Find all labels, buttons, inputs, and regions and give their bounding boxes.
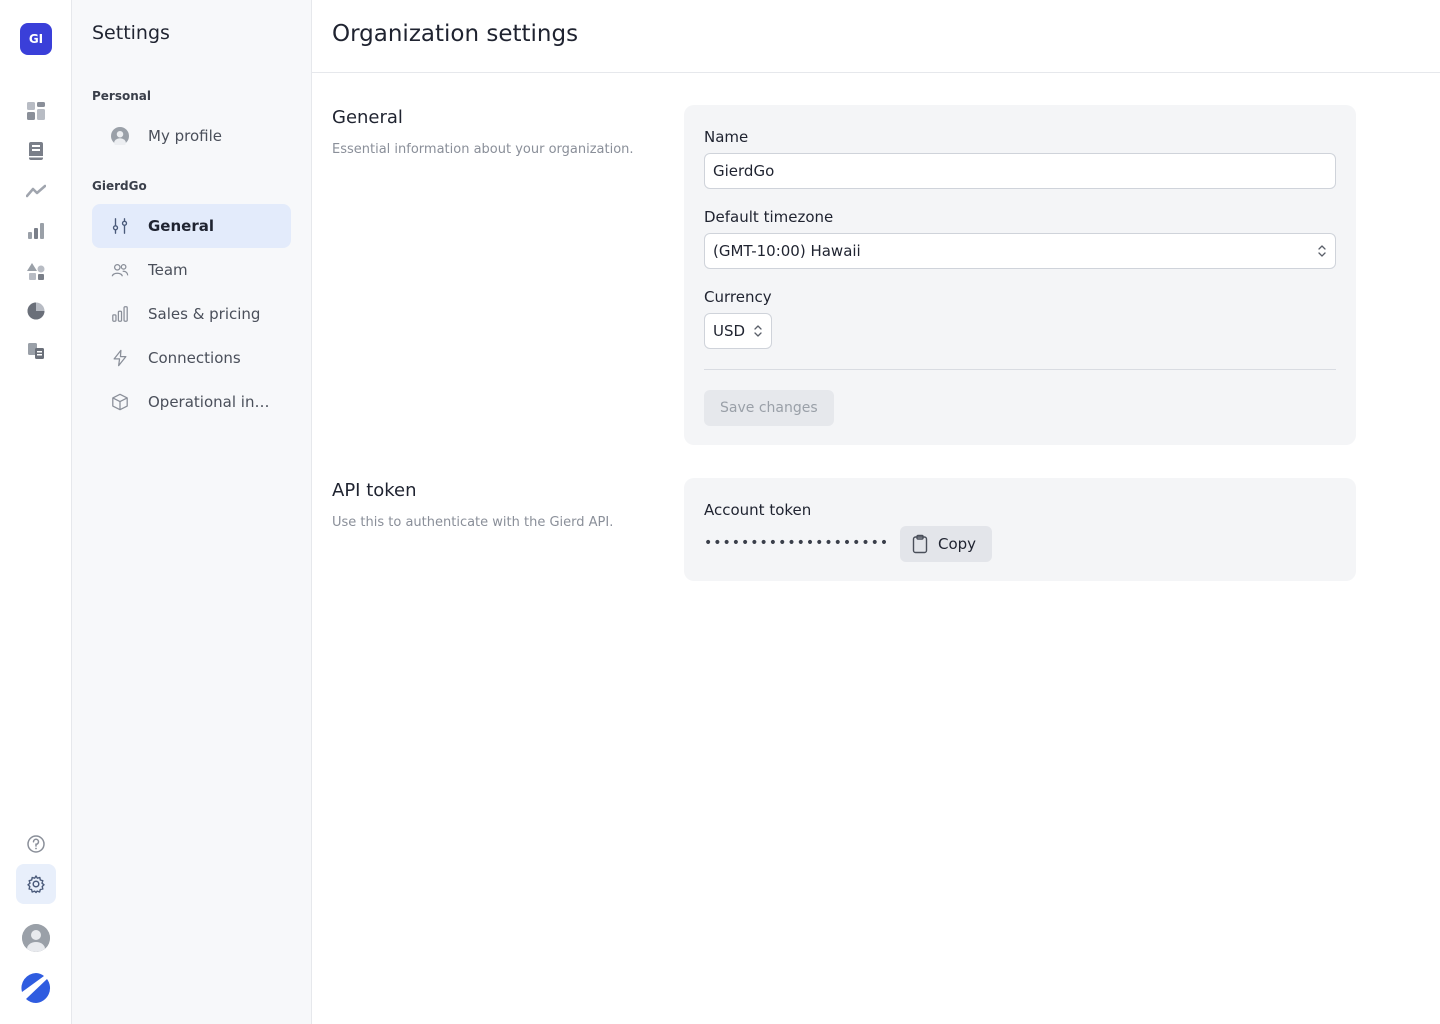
sidebar-title: Settings [92, 22, 170, 44]
sidebar-item-team[interactable]: Team [92, 248, 291, 292]
sidebar-item-connections[interactable]: Connections [92, 336, 291, 380]
sidebar-item-my-profile[interactable]: My profile [92, 114, 291, 158]
timezone-label: Default timezone [704, 208, 834, 226]
copy-token-button[interactable]: Copy [900, 526, 993, 562]
page-title: Organization settings [332, 21, 579, 47]
avatar-icon [110, 126, 130, 146]
user-avatar[interactable] [22, 924, 50, 952]
main-content: Organization settings General Essential … [312, 0, 1440, 1024]
sidebar-item-label: Team [148, 261, 188, 279]
help-icon[interactable] [16, 824, 56, 864]
bolt-icon [110, 348, 130, 368]
currency-select[interactable]: USD [704, 313, 772, 349]
dashboard-icon[interactable] [16, 91, 56, 131]
timezone-select[interactable]: (GMT-10:00) Hawaii [704, 233, 1336, 269]
sidebar-item-label: Sales & pricing [148, 305, 261, 323]
icon-rail: GI [0, 0, 72, 1024]
api-token-card: Account token •••••••••••••••••••• Copy [684, 478, 1356, 581]
currency-label: Currency [704, 288, 772, 306]
group-label-personal: Personal [92, 89, 151, 103]
trend-icon[interactable] [16, 171, 56, 211]
general-section-description: Essential information about your organiz… [332, 142, 634, 157]
save-changes-button[interactable]: Save changes [704, 390, 834, 426]
currency-select-value: USD [713, 322, 746, 340]
book-icon[interactable] [16, 131, 56, 171]
org-badge[interactable]: GI [20, 23, 52, 55]
api-section-title: API token [332, 480, 417, 501]
sidebar-item-label: My profile [148, 127, 222, 145]
group-label-org: GierdGo [92, 179, 147, 193]
token-masked-value: •••••••••••••••••••• [704, 535, 890, 551]
sliders-icon [110, 216, 130, 236]
general-section-title: General [332, 107, 403, 128]
sidebar-item-label: Operational int... [148, 393, 272, 411]
timezone-select-value: (GMT-10:00) Hawaii [713, 242, 861, 260]
card-divider [704, 369, 1336, 370]
pie-chart-icon[interactable] [16, 291, 56, 331]
shapes-icon[interactable] [16, 251, 56, 291]
sidebar-item-general[interactable]: General [92, 204, 291, 248]
clipboard-icon [912, 534, 928, 554]
name-label: Name [704, 128, 749, 146]
sidebar-item-label: General [148, 217, 214, 235]
users-icon [110, 260, 130, 280]
brand-logo-icon [20, 972, 52, 1004]
account-token-label: Account token [704, 501, 812, 519]
general-card: Name GierdGo Default timezone (GMT-10:00… [684, 105, 1356, 445]
bar-chart-icon [110, 304, 130, 324]
transfer-icon[interactable] [16, 331, 56, 371]
copy-button-label: Copy [938, 535, 977, 553]
chevron-updown-icon [754, 325, 762, 337]
cube-icon [110, 392, 130, 412]
bar-chart-icon[interactable] [16, 211, 56, 251]
sidebar-item-operational[interactable]: Operational int... [92, 380, 291, 424]
sidebar-item-sales-pricing[interactable]: Sales & pricing [92, 292, 291, 336]
settings-icon[interactable] [16, 864, 56, 904]
name-input[interactable]: GierdGo [704, 153, 1336, 189]
api-section-description: Use this to authenticate with the Gierd … [332, 515, 614, 530]
page-header: Organization settings [312, 0, 1440, 73]
sidebar-item-label: Connections [148, 349, 241, 367]
chevron-updown-icon [1318, 245, 1326, 257]
settings-sidebar: Settings Personal My profile GierdGo Gen… [72, 0, 312, 1024]
